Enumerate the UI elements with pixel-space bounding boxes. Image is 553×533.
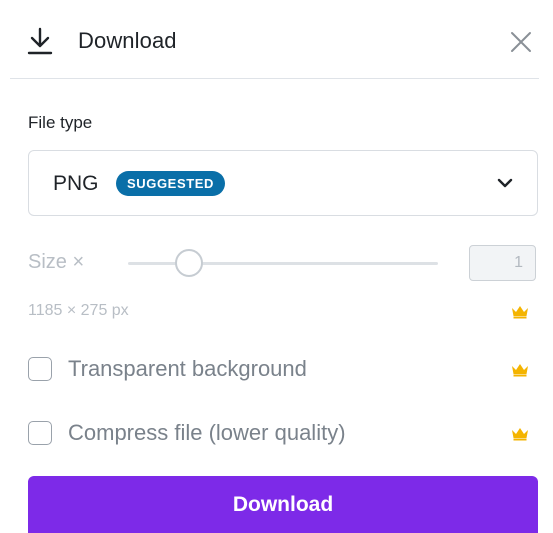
compress-file-label: Compress file (lower quality): [68, 420, 346, 445]
file-type-label: File type: [28, 113, 93, 132]
crown-icon: [512, 364, 528, 377]
download-button[interactable]: Download: [28, 476, 538, 533]
file-type-select[interactable]: PNG SUGGESTED: [28, 150, 538, 216]
transparent-background-checkbox[interactable]: [28, 357, 52, 381]
crown-icon: [512, 428, 528, 441]
size-input[interactable]: [469, 245, 536, 281]
dimensions-text: 1185 × 275 px: [28, 302, 129, 319]
transparent-background-label: Transparent background: [68, 356, 307, 381]
chevron-down-icon: [497, 178, 513, 188]
suggested-badge: SUGGESTED: [116, 171, 226, 196]
size-label: Size ×: [28, 251, 85, 273]
download-icon: [27, 27, 53, 55]
download-panel-header: Download: [0, 0, 553, 80]
panel-title: Download: [78, 28, 177, 53]
crown-icon: [512, 306, 528, 319]
close-icon[interactable]: [506, 27, 536, 57]
size-slider-thumb[interactable]: [175, 249, 203, 277]
compress-file-checkbox[interactable]: [28, 421, 52, 445]
header-divider: [10, 78, 539, 79]
file-type-value: PNG: [53, 172, 99, 195]
